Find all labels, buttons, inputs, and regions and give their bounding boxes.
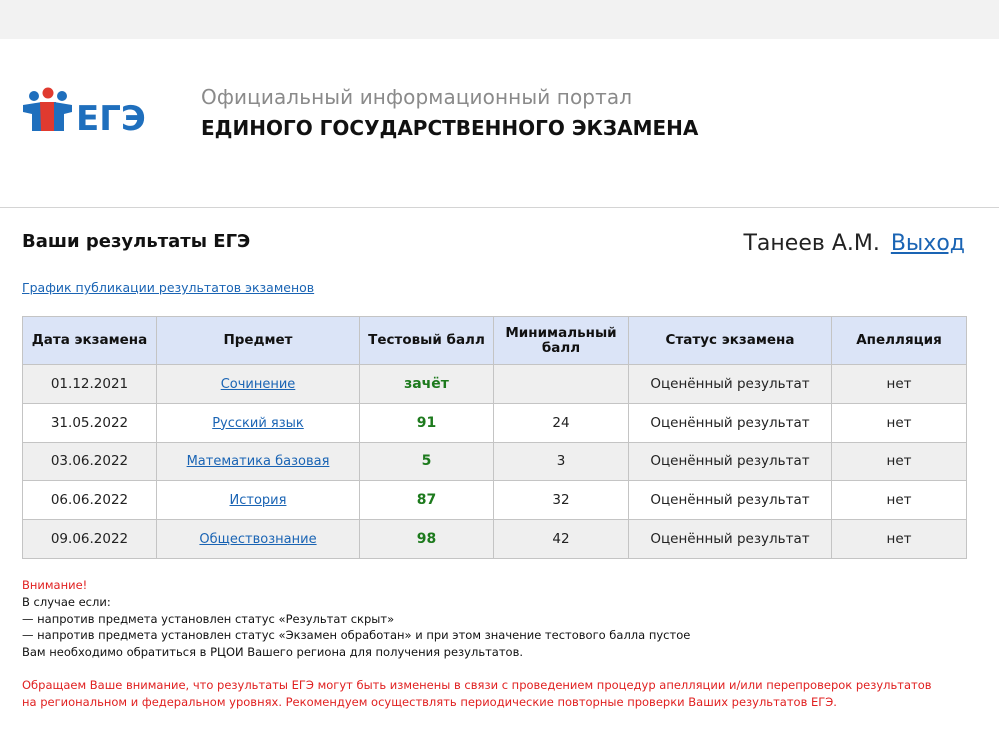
cell-date: 09.06.2022: [22, 519, 157, 559]
cell-score: 5: [359, 441, 494, 482]
cell-score: 98: [359, 519, 494, 559]
note-line: — напротив предмета установлен статус «Э…: [22, 628, 691, 643]
cell-status: Оценённый результат: [628, 441, 832, 482]
table-row: 31.05.2022 Русский язык 91 24 Оценённый …: [22, 402, 967, 443]
header-date: Дата экзамена: [22, 316, 157, 365]
cell-min-score: 24: [493, 402, 629, 443]
user-name: Танеев А.М.: [743, 231, 880, 256]
header-min-score: Минимальный балл: [493, 316, 629, 365]
cell-score: зачёт: [359, 364, 494, 404]
cell-min-score: 32: [493, 480, 629, 521]
subject-link[interactable]: Обществознание: [199, 532, 316, 547]
table-row: 06.06.2022 История 87 32 Оценённый резул…: [22, 480, 967, 521]
note-line: В случае если:: [22, 594, 111, 609]
logout-link[interactable]: Выход: [891, 231, 965, 256]
header-status: Статус экзамена: [628, 316, 832, 365]
warning-line: Обращаем Ваше внимание, что результаты Е…: [22, 678, 932, 692]
portal-subtitle: Официальный информационный портал: [201, 85, 633, 109]
cell-date: 03.06.2022: [22, 441, 157, 482]
cell-appeal: нет: [831, 402, 967, 443]
results-table: Дата экзамена Предмет Тестовый балл Мини…: [22, 316, 967, 559]
table-row: 01.12.2021 Сочинение зачёт Оценённый рез…: [22, 364, 967, 404]
cell-score: 91: [359, 402, 494, 443]
table-header-row: Дата экзамена Предмет Тестовый балл Мини…: [22, 316, 967, 365]
site-header: ЕГЭ Официальный информационный портал ЕД…: [0, 39, 999, 208]
header-appeal: Апелляция: [831, 316, 967, 365]
warning-block: Обращаем Ваше внимание, что результаты Е…: [22, 677, 932, 711]
browser-top-bar: [0, 0, 999, 39]
cell-subject: Обществознание: [156, 519, 360, 559]
logo-text: ЕГЭ: [76, 99, 146, 139]
cell-date: 01.12.2021: [22, 364, 157, 404]
ege-logo[interactable]: ЕГЭ: [20, 83, 160, 139]
cell-min-score: [493, 364, 629, 404]
cell-subject: История: [156, 480, 360, 521]
cell-status: Оценённый результат: [628, 402, 832, 443]
user-block: Танеев А.М. Выход: [743, 231, 965, 256]
subject-link[interactable]: История: [230, 493, 287, 508]
cell-appeal: нет: [831, 519, 967, 559]
subject-link[interactable]: Сочинение: [221, 377, 296, 392]
header-subject: Предмет: [156, 316, 360, 365]
cell-subject: Русский язык: [156, 402, 360, 443]
cell-appeal: нет: [831, 364, 967, 404]
cell-status: Оценённый результат: [628, 364, 832, 404]
cell-date: 31.05.2022: [22, 402, 157, 443]
cell-appeal: нет: [831, 480, 967, 521]
table-row: 03.06.2022 Математика базовая 5 3 Оценён…: [22, 441, 967, 482]
cell-score: 87: [359, 480, 494, 521]
page-title: Ваши результаты ЕГЭ: [22, 231, 251, 252]
cell-subject: Математика базовая: [156, 441, 360, 482]
warning-line: на региональном и федеральном уровнях. Р…: [22, 695, 837, 709]
note-line: — напротив предмета установлен статус «Р…: [22, 611, 395, 626]
cell-min-score: 3: [493, 441, 629, 482]
attention-heading: Внимание!: [22, 578, 88, 592]
portal-title: ЕДИНОГО ГОСУДАРСТВЕННОГО ЭКЗАМЕНА: [201, 116, 699, 140]
notes-block: Внимание! В случае если: — напротив пред…: [22, 577, 690, 661]
note-line: Вам необходимо обратиться в РЦОИ Вашего …: [22, 645, 524, 660]
results-schedule-link[interactable]: График публикации результатов экзаменов: [22, 280, 314, 295]
cell-date: 06.06.2022: [22, 480, 157, 521]
subject-link[interactable]: Математика базовая: [187, 454, 330, 469]
cell-min-score: 42: [493, 519, 629, 559]
cell-subject: Сочинение: [156, 364, 360, 404]
subject-link[interactable]: Русский язык: [212, 416, 304, 431]
header-score: Тестовый балл: [359, 316, 494, 365]
cell-appeal: нет: [831, 441, 967, 482]
table-row: 09.06.2022 Обществознание 98 42 Оценённы…: [22, 519, 967, 559]
cell-status: Оценённый результат: [628, 519, 832, 559]
cell-status: Оценённый результат: [628, 480, 832, 521]
